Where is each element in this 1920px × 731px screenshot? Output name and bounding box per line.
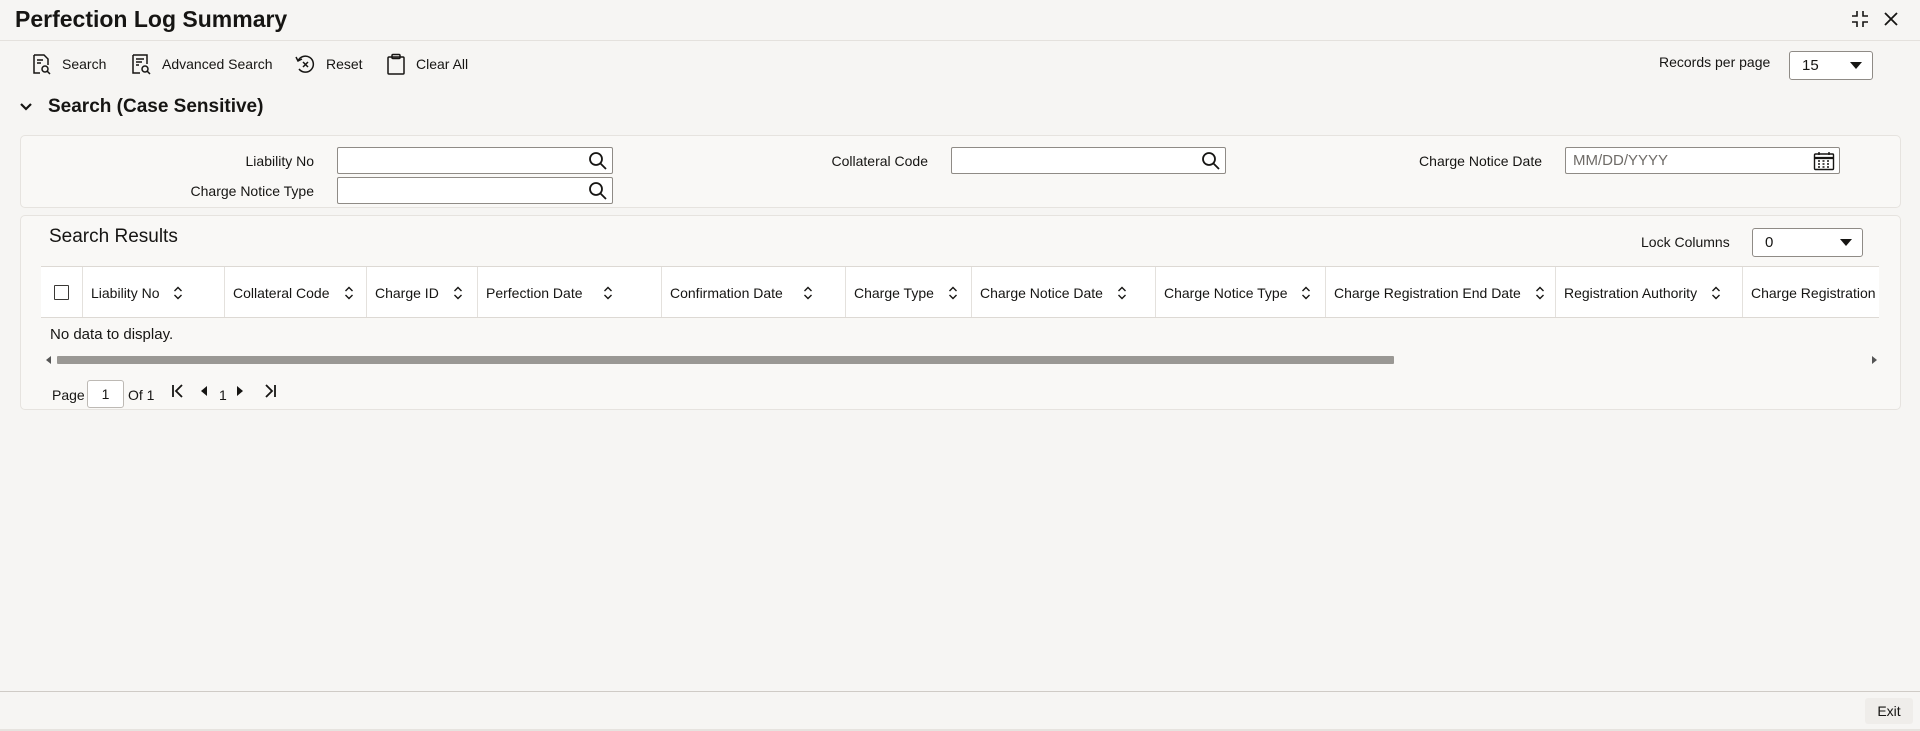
column-header[interactable]: Charge Notice Type [1155,267,1325,317]
results-title: Search Results [49,226,178,247]
scroll-left-icon[interactable] [46,356,52,364]
scrollbar-thumb[interactable] [57,356,1394,364]
column-header[interactable]: Registration Authority [1555,267,1742,317]
column-header[interactable]: Perfection Date [477,267,661,317]
charge-notice-type-input[interactable] [337,177,613,204]
column-header[interactable]: Charge Registration End Date [1325,267,1555,317]
collateral-code-input[interactable] [951,147,1226,174]
header-divider [0,40,1920,41]
calendar-icon[interactable] [1813,151,1835,171]
first-page-icon[interactable] [170,383,186,402]
column-header-label: Charge Registration End Date [1334,284,1521,301]
expand-icon[interactable] [1849,8,1871,30]
last-page-icon[interactable] [262,383,278,402]
sort-icon[interactable] [173,286,183,300]
sort-icon[interactable] [1117,286,1127,300]
liability-no-label: Liability No [245,153,314,169]
charge-notice-date-placeholder: MM/DD/YYYY [1573,152,1669,169]
search-icon[interactable] [1201,151,1221,171]
clear-all-button-label: Clear All [416,56,469,72]
column-header-label: Charge Notice Date [980,284,1103,301]
sort-icon[interactable] [1711,286,1721,300]
sort-icon[interactable] [344,286,354,300]
sort-icon[interactable] [803,286,813,300]
collateral-code-label: Collateral Code [831,153,929,169]
select-all-checkbox[interactable] [54,285,69,300]
column-header[interactable]: Liability No [82,267,224,317]
column-header[interactable]: Collateral Code [224,267,366,317]
select-all-cell [41,267,82,317]
page-label: Page [52,387,85,403]
charge-notice-date-label: Charge Notice Date [1419,153,1542,169]
reset-button[interactable]: Reset [294,52,363,76]
close-icon[interactable] [1880,8,1902,30]
chevron-down-icon [20,103,32,111]
chevron-down-icon [1840,239,1852,246]
next-page-icon[interactable] [235,383,245,402]
search-icon[interactable] [588,181,608,201]
search-section-toggle[interactable]: Search (Case Sensitive) [18,96,263,118]
column-header-label: Liability No [91,284,160,301]
search-button[interactable]: Search [30,52,106,76]
empty-message: No data to display. [50,326,174,343]
search-section-title: Search (Case Sensitive) [48,96,264,117]
records-per-page-value: 15 [1802,57,1819,74]
column-header-label: Charge Registration Nur [1751,284,1879,301]
column-header-label: Collateral Code [233,284,330,301]
column-header-label: Charge Type [854,284,934,301]
reset-icon [295,55,315,73]
clipboard-icon [387,53,405,75]
records-per-page-select[interactable]: 15 [1789,51,1873,80]
column-header[interactable]: Charge Type [845,267,971,317]
column-header-label: Charge ID [375,284,439,301]
search-button-label: Search [62,56,107,72]
column-header[interactable]: Charge Registration Nur [1742,267,1879,317]
horizontal-scrollbar[interactable] [43,355,1879,365]
exit-button[interactable]: Exit [1865,698,1913,724]
page-number-input[interactable]: 1 [87,380,124,408]
charge-notice-type-label: Charge Notice Type [190,183,314,199]
search-doc-icon [33,54,51,75]
search-icon[interactable] [588,151,608,171]
advanced-search-button-label: Advanced Search [162,56,273,72]
column-header-label: Confirmation Date [670,284,783,301]
column-header-label: Registration Authority [1564,284,1698,301]
lock-columns-label: Lock Columns [1641,234,1730,250]
footer-divider [0,691,1920,692]
records-per-page-label: Records per page [1659,54,1771,70]
lock-columns-value: 0 [1765,234,1774,251]
column-header[interactable]: Charge ID [366,267,477,317]
column-header[interactable]: Confirmation Date [661,267,845,317]
lock-columns-select[interactable]: 0 [1752,228,1863,257]
column-header-label: Perfection Date [486,284,583,301]
previous-page-icon[interactable] [199,383,209,402]
advanced-search-icon [132,54,151,75]
column-header[interactable]: Charge Notice Date [971,267,1155,317]
liability-no-input[interactable] [337,147,613,174]
sort-icon[interactable] [453,286,463,300]
scroll-right-icon[interactable] [1871,356,1877,364]
charge-notice-date-input[interactable]: MM/DD/YYYY [1565,147,1840,174]
advanced-search-button[interactable]: Advanced Search [130,52,273,76]
chevron-down-icon [1850,62,1862,69]
page-of-label: Of 1 [128,387,155,403]
column-header-label: Charge Notice Type [1164,284,1288,301]
sort-icon[interactable] [1535,286,1545,300]
results-table-header: Liability No Collateral Code Charge ID P… [41,266,1879,318]
page-title: Perfection Log Summary [15,6,288,32]
clear-all-button[interactable]: Clear All [386,52,468,76]
page-indicator: 1 [219,387,227,403]
sort-icon[interactable] [603,286,613,300]
reset-button-label: Reset [326,56,363,72]
sort-icon[interactable] [948,286,958,300]
sort-icon[interactable] [1301,286,1311,300]
